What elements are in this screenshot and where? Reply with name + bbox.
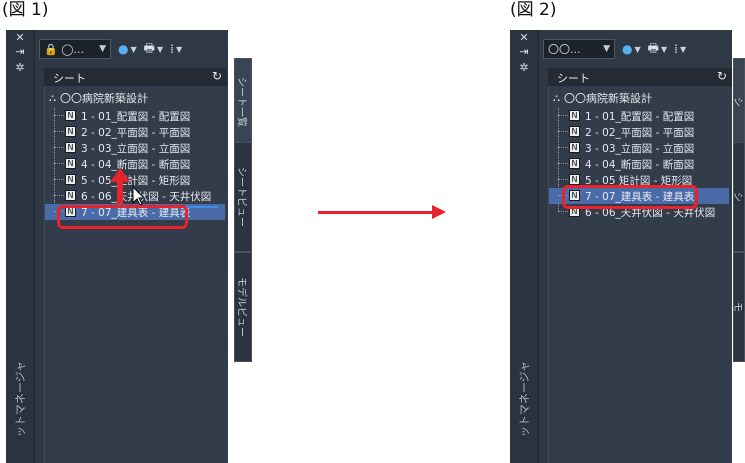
sheet-set-icon: ⛬	[49, 92, 56, 104]
cursor-icon	[132, 186, 146, 206]
tree-row[interactable]: N4 - 04_断面図 - 断面図	[45, 156, 225, 172]
palette-title: ットマネージャ	[14, 360, 27, 438]
tree-row[interactable]: N4 - 04_断面図 - 断面図	[549, 156, 729, 172]
toolbar: 🔒 ◯... ▼ ● ▼ 🖶 ▼ ⁞ ▼	[39, 38, 182, 60]
panel-tabs-2: シ シ モ	[732, 30, 745, 463]
refresh-icon[interactable]: ↻	[717, 69, 727, 83]
publish-button[interactable]: ● ▼	[622, 42, 641, 56]
sheet-icon: N	[569, 110, 580, 121]
sheet-icon: N	[65, 158, 76, 169]
view-button[interactable]: ⁞ ▼	[674, 42, 686, 56]
tree-row[interactable]: N3 - 03_立面図 - 立面図	[549, 140, 729, 156]
chevron-down-icon: ▼	[660, 44, 668, 54]
printer-icon: 🖶	[647, 40, 659, 55]
sheet-icon: N	[569, 158, 580, 169]
sheet-icon: N	[569, 126, 580, 137]
sheet-tree: ⛬ 〇〇病院新築設計 N1 - 01_配置図 - 配置図 N2 - 02_平面図…	[44, 86, 228, 463]
properties-icon[interactable]: ✲	[517, 62, 531, 74]
sheet-tree: ⛬ 〇〇病院新築設計 N1 - 01_配置図 - 配置図 N2 - 02_平面図…	[548, 86, 732, 463]
sheet-icon: N	[569, 142, 580, 153]
figure-label-1: (図 1)	[2, 0, 49, 20]
highlight-box	[562, 185, 698, 209]
tab-sheet-list[interactable]: シート一覧	[234, 58, 252, 146]
root-label: 〇〇病院新築設計	[60, 92, 148, 105]
autohide-icon[interactable]: ⇥	[13, 46, 27, 58]
tree-row[interactable]: N1 - 01_配置図 - 配置図	[45, 108, 225, 124]
list-icon: ⁞	[170, 42, 174, 56]
root-label: 〇〇病院新築設計	[564, 92, 652, 105]
panel-tabs-1: シート一覧 シートビュー モデルビュー	[234, 30, 274, 463]
close-icon[interactable]: ✕	[13, 32, 27, 44]
sheet-set-manager-panel-1: ✕ ⇥ ✲ ットマネージャ 🔒 ◯... ▼ ● ▼ 🖶 ▼ ⁞ ▼ シート ↻ ⛬ 〇…	[6, 30, 228, 463]
properties-icon[interactable]: ✲	[13, 62, 27, 74]
palette-strip: ✕ ⇥ ✲ ットマネージャ	[6, 30, 35, 463]
chevron-down-icon: ▼	[156, 44, 164, 54]
globe-icon: ●	[118, 42, 129, 56]
printer-icon: 🖶	[143, 40, 155, 55]
tree-root[interactable]: ⛬ 〇〇病院新築設計	[49, 90, 148, 106]
tree-row[interactable]: N2 - 02_平面図 - 平面図	[549, 124, 729, 140]
chevron-down-icon: ▼	[130, 44, 137, 54]
tab-sheet-views[interactable]: シ	[732, 142, 745, 252]
tree-row[interactable]: N2 - 02_平面図 - 平面図	[45, 124, 225, 140]
sheet-icon: N	[65, 174, 76, 185]
chevron-down-icon: ▼	[679, 44, 687, 54]
arrow-head-icon	[432, 205, 446, 219]
globe-icon: ●	[622, 42, 633, 56]
sheet-list-header: シート ↻	[548, 68, 732, 87]
sheet-set-manager-panel-2: ✕ ⇥ ✲ ットマネージャ 〇〇... ▼ ● ▼ 🖶 ▼ ⁞ ▼ シート ↻ ⛬ 〇〇…	[510, 30, 732, 463]
palette-strip: ✕ ⇥ ✲ ットマネージャ	[510, 30, 539, 463]
refresh-icon[interactable]: ↻	[212, 69, 222, 83]
sheet-icon: N	[65, 126, 76, 137]
header-title: シート	[557, 72, 590, 85]
chevron-down-icon: ▼	[634, 44, 641, 54]
publish-button[interactable]: ● ▼	[118, 42, 137, 56]
sheet-icon: N	[569, 174, 580, 185]
tab-model-views[interactable]: モ	[732, 252, 745, 362]
chevron-down-icon: ▼	[175, 44, 183, 54]
plot-button[interactable]: 🖶 ▼	[144, 39, 163, 60]
tree-root[interactable]: ⛬ 〇〇病院新築設計	[553, 90, 652, 106]
sheet-set-icon: ⛬	[553, 92, 560, 104]
sheet-set-combo[interactable]: 〇〇... ▼	[543, 39, 615, 59]
tab-sheet-views[interactable]: シートビュー	[234, 142, 252, 252]
autohide-icon[interactable]: ⇥	[517, 46, 531, 58]
list-icon: ⁞	[674, 42, 678, 56]
close-icon[interactable]: ✕	[517, 32, 531, 44]
sheet-set-combo[interactable]: 🔒 ◯... ▼	[39, 39, 111, 59]
palette-title: ットマネージャ	[518, 360, 531, 438]
up-arrow-icon	[110, 168, 130, 204]
tree-row[interactable]: N3 - 03_立面図 - 立面図	[45, 140, 225, 156]
chevron-down-icon: ▼	[603, 44, 610, 54]
plot-button[interactable]: 🖶 ▼	[648, 39, 667, 60]
sheet-list-header: シート ↻	[44, 68, 227, 87]
tab-sheet-list[interactable]: シ	[732, 58, 745, 146]
header-title: シート	[53, 72, 86, 85]
highlight-box	[57, 205, 188, 229]
sheet-icon: N	[65, 190, 76, 201]
figure-label-2: (図 2)	[510, 0, 557, 20]
sheet-icon: N	[65, 110, 76, 121]
sheet-icon: N	[65, 142, 76, 153]
tab-model-views[interactable]: モデルビュー	[234, 252, 252, 362]
transition-arrow	[318, 211, 436, 214]
chevron-down-icon: ▼	[99, 44, 106, 54]
view-button[interactable]: ⁞ ▼	[170, 42, 182, 56]
tree-row[interactable]: N1 - 01_配置図 - 配置図	[549, 108, 729, 124]
toolbar: 〇〇... ▼ ● ▼ 🖶 ▼ ⁞ ▼	[543, 38, 686, 60]
